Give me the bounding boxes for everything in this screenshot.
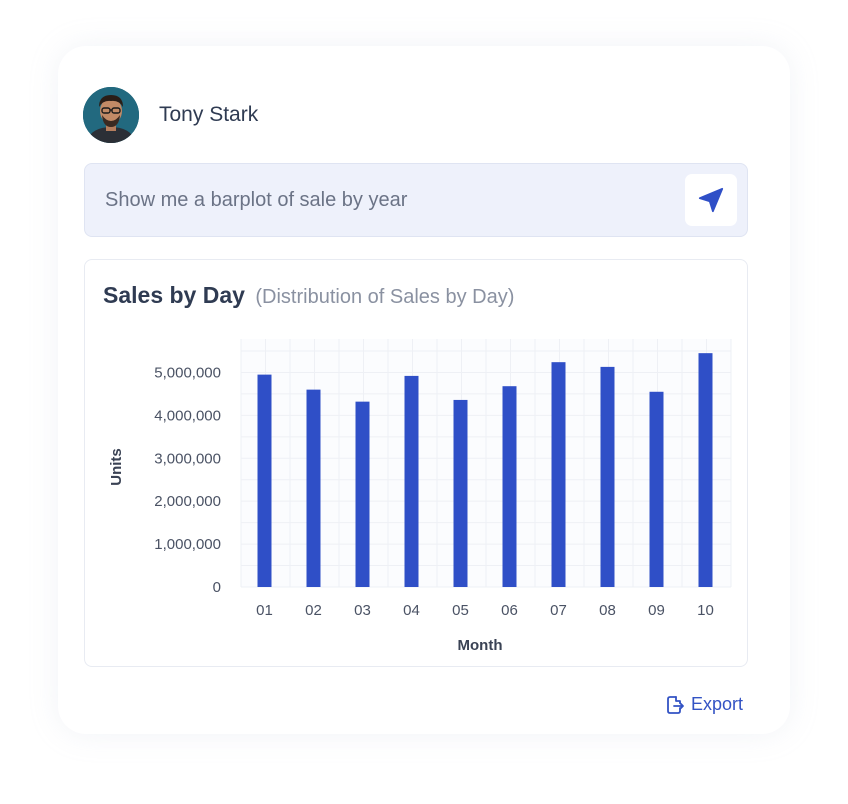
bar <box>306 389 321 587</box>
user-row: Tony Stark <box>83 87 258 143</box>
bar <box>502 386 517 587</box>
x-tick-label: 10 <box>697 602 714 619</box>
user-name: Tony Stark <box>159 103 259 126</box>
x-tick-label: 03 <box>354 602 371 619</box>
bar <box>257 374 272 587</box>
x-tick-label: 02 <box>305 602 322 619</box>
bar <box>649 391 664 587</box>
y-tick-label: 0 <box>213 579 221 596</box>
bar-chart: 0 1,000,000 2,000,000 3,000,000 4,000,000 5,0… <box>108 339 732 654</box>
export-button[interactable]: Export <box>665 694 743 715</box>
x-axis-title: Month <box>458 637 503 654</box>
send-icon <box>698 187 724 213</box>
bar <box>453 399 468 587</box>
y-axis-title: Units <box>108 448 125 486</box>
bar <box>551 362 566 587</box>
export-label[interactable]: Export <box>691 694 743 715</box>
x-tick-label: 06 <box>501 602 518 619</box>
bar <box>404 375 419 587</box>
y-tick-label: 3,000,000 <box>154 450 221 467</box>
y-tick-label: 4,000,000 <box>154 407 221 424</box>
bar <box>698 353 713 587</box>
bar <box>355 401 370 587</box>
x-tick-label: 05 <box>452 602 469 619</box>
send-button[interactable] <box>685 174 737 226</box>
avatar <box>83 87 139 143</box>
x-tick-label: 04 <box>403 602 420 619</box>
chart-card: Sales by Day (Distribution of Sales by D… <box>84 259 748 667</box>
avatar-image <box>83 87 139 143</box>
export-icon <box>667 695 684 714</box>
x-tick-label: 08 <box>599 602 616 619</box>
prompt-box[interactable]: Show me a barplot of sale by year <box>84 163 748 237</box>
y-tick-label: 1,000,000 <box>154 536 221 553</box>
y-tick-label: 5,000,000 <box>154 364 221 381</box>
prompt-text[interactable]: Show me a barplot of sale by year <box>105 164 407 236</box>
bar <box>600 366 615 587</box>
x-tick-label: 07 <box>550 602 567 619</box>
y-tick-label: 2,000,000 <box>154 493 221 510</box>
x-tick-label: 09 <box>648 602 665 619</box>
x-tick-label: 01 <box>256 602 273 619</box>
